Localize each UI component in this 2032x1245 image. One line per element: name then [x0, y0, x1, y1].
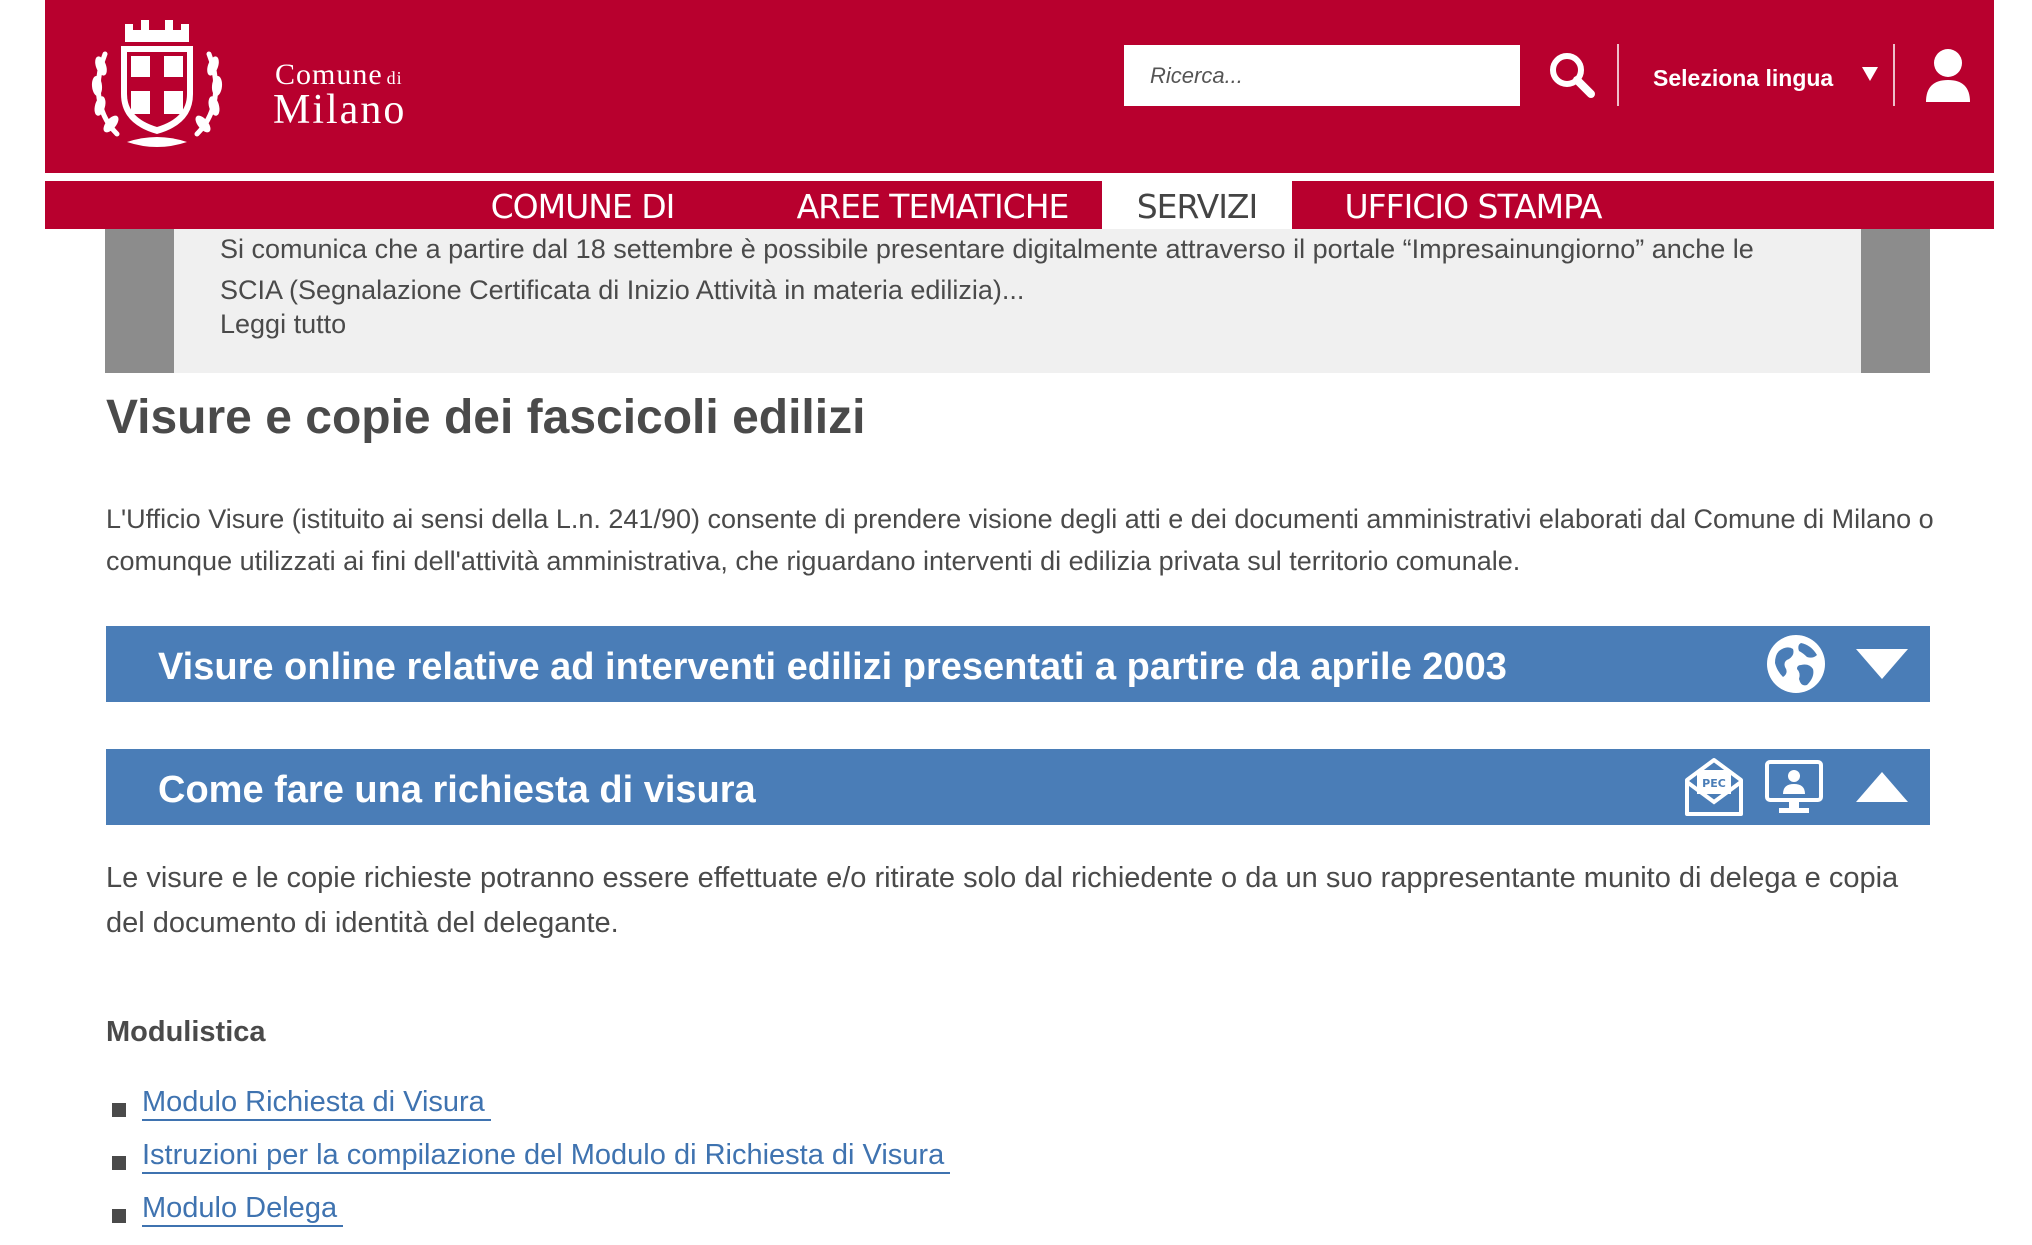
- bullet-icon: [112, 1103, 126, 1117]
- nav-item-comune-di-milano[interactable]: COMUNE DI MILANO: [425, 181, 740, 278]
- computer-user-icon: [1765, 760, 1823, 813]
- milano-crest-icon: [91, 20, 223, 147]
- notice-scroll-left[interactable]: [105, 229, 174, 373]
- section-body-text: Le visure e le copie richieste potranno …: [106, 862, 1899, 939]
- chevron-up-icon[interactable]: [1854, 768, 1910, 806]
- language-select-label: Seleziona lingua: [1653, 64, 1834, 91]
- accordion-richiesta-visura[interactable]: Come fare una richiesta di visura PEC: [106, 749, 1930, 825]
- notice-text: Si comunica che a partire dal 18 settemb…: [220, 234, 1754, 305]
- bullet-icon: [112, 1156, 126, 1170]
- notice-read-more-link[interactable]: Leggi tutto: [220, 309, 346, 340]
- accordion-title: Visure online relative ad interventi edi…: [158, 646, 1507, 688]
- header-divider: [1617, 44, 1619, 106]
- nav-item-ufficio-stampa[interactable]: UFFICIO STAMPA: [1323, 181, 1623, 229]
- modulistica-heading: Modulistica: [106, 1016, 266, 1048]
- notice-banner: Si comunica che a partire dal 18 settemb…: [105, 229, 1930, 373]
- bullet-icon: [112, 1209, 126, 1223]
- link-istruzioni-compilazione[interactable]: Istruzioni per la compilazione del Modul…: [142, 1139, 951, 1174]
- svg-text:PEC: PEC: [1702, 777, 1726, 790]
- site-header: Comunedi Milano Seleziona lingua: [45, 0, 1994, 173]
- header-separator: [45, 173, 1994, 181]
- page-title: Visure e copie dei fascicoli edilizi: [106, 391, 866, 444]
- chevron-down-icon[interactable]: [1860, 64, 1880, 84]
- nav-item-servizi[interactable]: SERVIZI: [1102, 181, 1292, 229]
- pec-mail-icon: PEC: [1685, 758, 1743, 816]
- accordion-title: Come fare una richiesta di visura: [158, 769, 756, 811]
- user-account-icon[interactable]: [1923, 48, 1973, 104]
- link-modulo-delega[interactable]: Modulo Delega: [142, 1192, 344, 1227]
- search-icon[interactable]: [1545, 48, 1599, 102]
- search-input[interactable]: [1124, 45, 1520, 106]
- globe-icon: [1767, 635, 1825, 693]
- comune-di-milano-logo[interactable]: Comune di Milano: [87, 14, 407, 154]
- header-divider: [1893, 44, 1895, 106]
- accordion-visure-online[interactable]: Visure online relative ad interventi edi…: [106, 626, 1930, 702]
- intro-paragraph: L'Ufficio Visure (istituito ai sensi del…: [106, 504, 1934, 576]
- language-select[interactable]: Seleziona lingua: [1653, 58, 1833, 98]
- notice-scroll-right[interactable]: [1861, 229, 1930, 373]
- main-nav: COMUNE DI MILANO AREE TEMATICHE SERVIZI …: [45, 181, 1994, 278]
- nav-item-aree-tematiche[interactable]: AREE TEMATICHE: [785, 181, 1080, 229]
- link-modulo-richiesta-visura[interactable]: Modulo Richiesta di Visura: [142, 1086, 491, 1121]
- logo-text-milano: Milano: [273, 87, 407, 133]
- chevron-down-icon[interactable]: [1854, 645, 1910, 683]
